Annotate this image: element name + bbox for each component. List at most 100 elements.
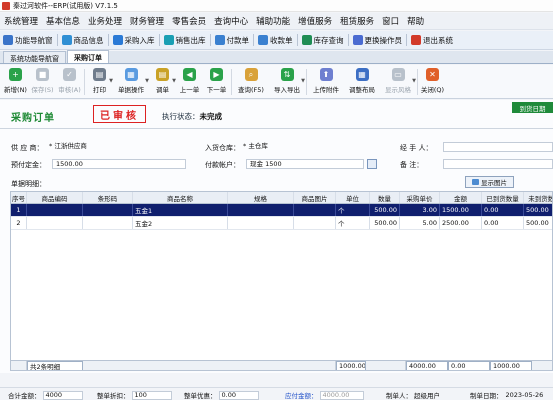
quick-sales-out-button[interactable]: 销售出库 bbox=[161, 32, 209, 49]
quick-separator bbox=[296, 34, 298, 46]
show-image-button[interactable]: 显示图片 bbox=[465, 176, 514, 188]
toolbar-import-export-button[interactable]: ⇅ 导入导出 ▼ bbox=[269, 65, 305, 98]
cell-spec[interactable] bbox=[228, 217, 294, 229]
quick-stock-query-button[interactable]: 库存查询 bbox=[299, 32, 347, 49]
handler-field[interactable] bbox=[443, 142, 553, 152]
toolbar-retrieve-doc-button[interactable]: ▤ 调单 ▼ bbox=[149, 65, 176, 98]
cell-unit[interactable]: 个 bbox=[336, 217, 370, 229]
menu-item-2[interactable]: 业务处理 bbox=[84, 15, 126, 27]
menu-item-4[interactable]: 零售会员 bbox=[168, 15, 210, 27]
grid-icon bbox=[3, 35, 13, 45]
menu-item-8[interactable]: 租赁服务 bbox=[336, 15, 378, 27]
toolbar-layout-button[interactable]: ▦ 调整布局 bbox=[344, 65, 380, 98]
table-row[interactable]: 2 五金2 个 500.00 5.00 2500.00 0.00 500.00 bbox=[11, 217, 552, 230]
cell-qty[interactable]: 500.00 bbox=[370, 217, 400, 229]
switch-user-icon bbox=[352, 35, 363, 45]
cell-name[interactable]: 五金1 bbox=[133, 204, 228, 216]
grid-header: 序号商品编码条形码商品名称规格商品图片单位数量采购单价金额已到货数量未到货数量 bbox=[11, 192, 552, 204]
account-field[interactable]: 现金 1500 bbox=[246, 159, 364, 169]
toolbar-search-button[interactable]: ⌕ 查询(F5) bbox=[233, 65, 269, 98]
quick-receipt-button[interactable]: 收款单 bbox=[255, 32, 296, 49]
quick-separator bbox=[158, 34, 160, 46]
cell-no[interactable]: 1 bbox=[11, 204, 27, 216]
toolbar-approve-button[interactable]: ✓ 审核(A) bbox=[56, 65, 83, 98]
toolbar-display-style-button[interactable]: ▭ 显示风格 ▼ bbox=[380, 65, 416, 98]
toolbar-label: 下一单 bbox=[206, 86, 227, 94]
column-header[interactable]: 单位 bbox=[336, 192, 370, 203]
toolbar-document-ops-button[interactable]: ▦ 单据操作 ▼ bbox=[113, 65, 149, 98]
quick-switch-user-button[interactable]: 更换操作员 bbox=[350, 32, 406, 49]
cell-name[interactable]: 五金2 bbox=[133, 217, 228, 229]
menu-item-0[interactable]: 系统管理 bbox=[0, 15, 42, 27]
column-header[interactable]: 规格 bbox=[228, 192, 294, 203]
cell-amount[interactable]: 1500.00 bbox=[440, 204, 482, 216]
arrive-date-button[interactable]: 到货日期 bbox=[512, 102, 553, 113]
cell-unit[interactable]: 个 bbox=[336, 204, 370, 216]
tab-purchase-order[interactable]: 采购订单 bbox=[67, 50, 109, 63]
tab-navigation[interactable]: 系统功能导航窗 bbox=[3, 51, 66, 63]
cell-no[interactable]: 2 bbox=[11, 217, 27, 229]
column-header[interactable]: 已到货数量 bbox=[482, 192, 524, 203]
account-label: 付款帐户： bbox=[205, 161, 240, 169]
toolbar-add-button[interactable]: + 新增(N) bbox=[2, 65, 29, 98]
column-header[interactable]: 序号 bbox=[11, 192, 27, 203]
column-header[interactable]: 商品名称 bbox=[133, 192, 228, 203]
cell-amount[interactable]: 2500.00 bbox=[440, 217, 482, 229]
column-header[interactable]: 金额 bbox=[440, 192, 482, 203]
table-row[interactable]: 1 五金1 个 500.00 3.00 1500.00 0.00 500.00 bbox=[11, 204, 552, 217]
toolbar-close-button[interactable]: ✕ 关闭(Q) bbox=[419, 65, 446, 98]
column-header[interactable]: 采购单价 bbox=[400, 192, 440, 203]
cell-spec[interactable] bbox=[228, 204, 294, 216]
menu-item-10[interactable]: 帮助 bbox=[403, 15, 428, 27]
toolbar-print-button[interactable]: ▤ 打印 ▼ bbox=[86, 65, 113, 98]
retrieve-doc-icon: ▤ bbox=[156, 68, 169, 81]
cell-code[interactable] bbox=[27, 204, 83, 216]
remark-label: 备 注： bbox=[400, 161, 424, 169]
column-header[interactable]: 条形码 bbox=[83, 192, 133, 203]
menu-item-7[interactable]: 增值服务 bbox=[294, 15, 336, 27]
menu-item-5[interactable]: 查询中心 bbox=[210, 15, 252, 27]
cell-code[interactable] bbox=[27, 217, 83, 229]
cell-arrived[interactable]: 0.00 bbox=[482, 217, 524, 229]
menu-item-3[interactable]: 财务管理 bbox=[126, 15, 168, 27]
quick-grid-button[interactable]: 功能导航窗 bbox=[0, 32, 56, 49]
toolbar-save-button[interactable]: ■ 保存(S) bbox=[29, 65, 56, 98]
menu-item-6[interactable]: 辅助功能 bbox=[252, 15, 294, 27]
toolbar-next-button[interactable]: ▶ 下一单 bbox=[203, 65, 230, 98]
cell-price[interactable]: 5.00 bbox=[400, 217, 440, 229]
quick-purchase-in-button[interactable]: 采购入库 bbox=[110, 32, 158, 49]
menu-item-9[interactable]: 窗口 bbox=[378, 15, 403, 27]
cell-arrived[interactable]: 0.00 bbox=[482, 204, 524, 216]
toolbar-attachment-button[interactable]: ⬆ 上传附件 bbox=[308, 65, 344, 98]
toolbar-prev-button[interactable]: ◀ 上一单 bbox=[176, 65, 203, 98]
calculator-icon[interactable] bbox=[367, 159, 377, 169]
warehouse-required-mark: * bbox=[243, 142, 247, 150]
detail-grid[interactable]: 序号商品编码条形码商品名称规格商品图片单位数量采购单价金额已到货数量未到货数量 … bbox=[10, 191, 553, 371]
cell-pending[interactable]: 500.00 bbox=[524, 217, 552, 229]
column-header[interactable]: 商品编码 bbox=[27, 192, 83, 203]
cell-barcode[interactable] bbox=[83, 217, 133, 229]
column-header[interactable]: 数量 bbox=[370, 192, 400, 203]
chevron-down-icon[interactable]: ▼ bbox=[412, 78, 416, 84]
cell-image[interactable] bbox=[294, 204, 336, 216]
remark-field[interactable] bbox=[443, 159, 553, 169]
column-header[interactable]: 商品图片 bbox=[294, 192, 336, 203]
cell-pending[interactable]: 500.00 bbox=[524, 204, 552, 216]
warehouse-field[interactable]: * 主仓库 bbox=[240, 142, 380, 152]
quick-payment-button[interactable]: 付款单 bbox=[212, 32, 253, 49]
promotion-value[interactable]: 0.00 bbox=[218, 390, 259, 400]
toolbar-label: 审核(A) bbox=[58, 86, 81, 94]
menu-item-1[interactable]: 基本信息 bbox=[42, 15, 84, 27]
discount-value[interactable]: 100 bbox=[131, 390, 172, 400]
supplier-field[interactable]: * 江浙供应商 bbox=[46, 142, 186, 152]
prepay-field[interactable]: 1500.00 bbox=[52, 159, 186, 169]
cell-qty[interactable]: 500.00 bbox=[370, 204, 400, 216]
quick-exit-button[interactable]: 退出系统 bbox=[408, 32, 456, 49]
quick-product-button[interactable]: 商品信息 bbox=[59, 32, 107, 49]
chevron-down-icon[interactable]: ▼ bbox=[301, 78, 305, 84]
cell-barcode[interactable] bbox=[83, 204, 133, 216]
column-header[interactable]: 未到货数量 bbox=[524, 192, 552, 203]
cell-image[interactable] bbox=[294, 217, 336, 229]
toolbar-label: 上一单 bbox=[179, 86, 200, 94]
cell-price[interactable]: 3.00 bbox=[400, 204, 440, 216]
